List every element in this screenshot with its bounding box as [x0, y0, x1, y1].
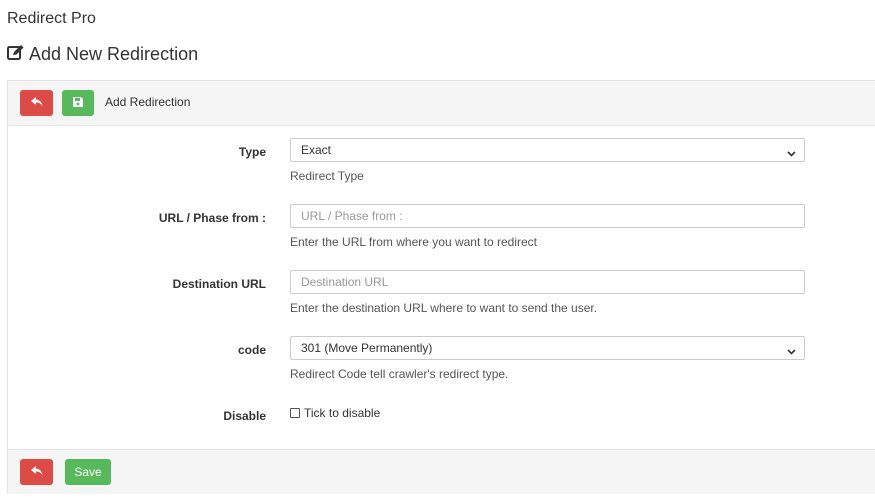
- redirect-panel: Add Redirection Type Exact Redirect Type…: [7, 80, 875, 494]
- panel-footer: Save: [8, 449, 875, 494]
- type-select[interactable]: Exact: [290, 138, 805, 162]
- edit-icon: [7, 44, 29, 65]
- disable-checkbox-label: Tick to disable: [304, 406, 381, 420]
- url-from-placeholder: URL / Phase from :: [301, 209, 403, 223]
- app-title: Redirect Pro: [7, 10, 96, 27]
- destination-help: Enter the destination URL where to want …: [290, 301, 598, 315]
- type-select-value: Exact: [301, 143, 332, 157]
- destination-label: Destination URL: [172, 277, 266, 291]
- disable-checkbox[interactable]: [290, 408, 300, 418]
- page-title: Add New Redirection: [7, 44, 198, 65]
- save-icon-button[interactable]: [62, 90, 94, 116]
- url-from-help: Enter the URL from where you want to red…: [290, 235, 537, 249]
- destination-placeholder: Destination URL: [301, 275, 389, 289]
- panel-header-title: Add Redirection: [105, 95, 191, 109]
- type-help: Redirect Type: [290, 169, 364, 183]
- back-button[interactable]: [20, 90, 53, 116]
- footer-back-button[interactable]: [20, 459, 53, 485]
- disable-label: Disable: [223, 409, 266, 423]
- page-title-text: Add New Redirection: [29, 44, 199, 64]
- footer-save-button[interactable]: Save: [65, 459, 111, 485]
- type-label: Type: [238, 145, 266, 159]
- floppy-disk-icon: [73, 96, 83, 110]
- url-from-label: URL / Phase from :: [158, 211, 266, 225]
- destination-input[interactable]: Destination URL: [290, 270, 805, 294]
- code-help: Redirect Code tell crawler's redirect ty…: [290, 367, 509, 381]
- chevron-down-icon: [787, 146, 796, 160]
- panel-header: Add Redirection: [8, 81, 875, 126]
- code-select[interactable]: 301 (Move Permanently): [290, 336, 805, 360]
- disable-checkbox-row[interactable]: Tick to disable: [290, 406, 380, 420]
- chevron-down-icon: [787, 344, 796, 358]
- reply-icon: [30, 465, 43, 479]
- code-label: code: [237, 343, 266, 357]
- code-select-value: 301 (Move Permanently): [301, 341, 433, 355]
- reply-icon: [30, 96, 43, 110]
- url-from-input[interactable]: URL / Phase from :: [290, 204, 805, 228]
